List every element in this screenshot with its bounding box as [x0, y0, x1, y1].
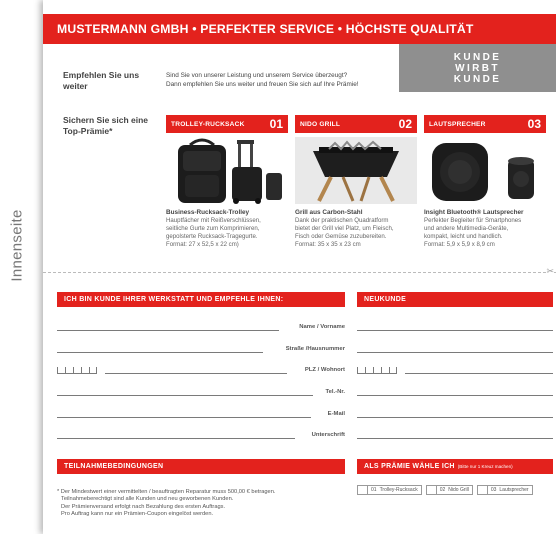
intro-text-line-2: Dann empfehlen Sie uns weiter und freuen…: [166, 81, 359, 88]
option-number: 02: [439, 487, 446, 493]
prize-number: 03: [527, 117, 541, 131]
flyer-page: MUSTERMANN GMBH • PERFEKTER SERVICE • HÖ…: [43, 0, 556, 534]
prize-card-grill: NIDO GRILL 02 Grill aus Carbon-Stahl Dan…: [295, 115, 417, 249]
email-field-right[interactable]: [357, 417, 553, 418]
prize-desc-line: kompakt, leicht und handlich.: [424, 233, 503, 240]
prize-description: Dank der praktischen Quadratform bietet …: [295, 217, 417, 249]
prize-list: TROLLEY-RUCKSACK 01 Business-Rucksack-Tr…: [166, 115, 556, 265]
conditions-header: TEILNAHMEBEDINGUNGEN: [57, 459, 345, 474]
signature-label: Unterschrift: [311, 432, 345, 438]
plz-label: PLZ / Wohnort: [304, 367, 345, 373]
page-top-edge: [43, 0, 556, 6]
header-title: MUSTERMANN GMBH • PERFEKTER SERVICE • HÖ…: [57, 22, 474, 36]
conditions-title: TEILNAHMEBEDINGUNGEN: [64, 463, 164, 470]
prize-number: 01: [269, 117, 283, 131]
new-customer-section-title: NEUKUNDE: [364, 296, 407, 303]
street-field-right[interactable]: [357, 352, 553, 353]
plz-field-left[interactable]: [57, 373, 97, 374]
conditions-text: * Der Mindestwert einer vermittelten / b…: [57, 489, 347, 519]
option-trolley[interactable]: 01 Trolley-Rucksack: [357, 485, 422, 495]
signature-field-right[interactable]: [357, 438, 553, 439]
praemie-choice-hint: (Bitte nur 1 Kreuz machen): [457, 464, 513, 469]
condition-line: * Der Mindestwert einer vermittelten / b…: [57, 489, 276, 495]
praemie-options: 01 Trolley-Rucksack 02 Nido Grill 03 Lau…: [357, 485, 533, 495]
praemie-choice-title: ALS PRÄMIE WÄHLE ICH: [364, 463, 455, 470]
prize-card-lautsprecher: LAUTSPRECHER 03 Insight Bluetooth® Lauts…: [424, 115, 546, 249]
phone-field-right[interactable]: [357, 395, 553, 396]
praemie-choice-header: ALS PRÄMIE WÄHLE ICH (Bitte nur 1 Kreuz …: [357, 459, 553, 474]
option-number: 01: [371, 487, 377, 493]
prize-header: NIDO GRILL 02: [295, 115, 417, 133]
email-label: E-Mail: [327, 411, 345, 417]
prize-title: NIDO GRILL: [300, 120, 341, 128]
kunde-wirbt-kunde-badge: KUNDE WIRBT KUNDE: [399, 44, 556, 92]
intro-text: Sind Sie von unserer Leistung und unsere…: [166, 71, 398, 89]
option-label: Lautsprecher: [499, 487, 529, 493]
option-checkbox[interactable]: [358, 486, 368, 494]
prize-description: Perfekter Begleiter für Smartphones und …: [424, 217, 546, 249]
condition-line: Pro Auftrag kann nur ein Prämien-Coupon …: [61, 511, 214, 518]
condition-line: Teilnahmeberechtigt sind alle Kunden und…: [61, 496, 234, 503]
prize-desc-line: Format: 35 x 35 x 23 cm: [295, 241, 361, 248]
phone-label: Tel.-Nr.: [325, 389, 345, 395]
praemie-heading: Sichern Sie sich eine Top-Prämie*: [63, 115, 149, 136]
prize-title: TROLLEY-RUCKSACK: [171, 120, 245, 128]
prize-number: 02: [398, 117, 412, 131]
side-label: Innenseite: [2, 175, 32, 315]
condition-line: Der Prämienversand erfolgt nach Bezahlun…: [61, 503, 226, 510]
option-checkbox[interactable]: [427, 486, 437, 494]
prize-desc-line: Format: 27 x 52,5 x 22 cm): [166, 241, 239, 248]
option-number: 03: [490, 487, 497, 493]
prize-desc-line: seitliche Gurte zum Komprimieren,: [166, 225, 260, 232]
badge-line-2: WIRBT: [455, 62, 500, 74]
street-field-left[interactable]: [57, 352, 263, 353]
prize-desc-line: Fisch oder Gemüse zuzubereiten.: [295, 233, 387, 240]
grill-image: [295, 137, 417, 204]
prize-desc-line: Perfekter Begleiter für Smartphones: [424, 217, 522, 224]
option-grill[interactable]: 02 Nido Grill: [425, 485, 473, 495]
city-field-left[interactable]: [105, 373, 287, 374]
badge-line-3: KUNDE: [453, 73, 502, 85]
prize-desc-line: Hauptfächer mit Reißverschlüssen,: [166, 217, 261, 224]
option-checkbox[interactable]: [478, 486, 488, 494]
scissors-icon: ✂: [546, 266, 554, 277]
prize-desc-line: gepolsterte Rucksack-Tragegurte.: [166, 233, 258, 240]
intro-text-line-1: Sind Sie von unserer Leistung und unsere…: [166, 72, 348, 79]
phone-field-left[interactable]: [57, 395, 313, 396]
badge-line-1: KUNDE: [453, 51, 502, 63]
intro-heading: Empfehlen Sie uns weiter: [63, 70, 140, 91]
speaker-image: [424, 137, 546, 204]
prize-description: Hauptfächer mit Reißverschlüssen, seitli…: [166, 217, 288, 249]
option-label: Nido Grill: [448, 487, 469, 493]
prize-header: TROLLEY-RUCKSACK 01: [166, 115, 288, 133]
street-label: Straße /Hausnummer: [285, 346, 345, 352]
new-customer-section-header: NEUKUNDE: [357, 292, 553, 307]
name-field-left[interactable]: [57, 330, 279, 331]
option-label: Trolley-Rucksack: [379, 487, 418, 493]
prize-title: LAUTSPRECHER: [429, 120, 486, 128]
prize-card-trolley: TROLLEY-RUCKSACK 01 Business-Rucksack-Tr…: [166, 115, 288, 249]
signature-field-left[interactable]: [57, 438, 295, 439]
header-bar: MUSTERMANN GMBH • PERFEKTER SERVICE • HÖ…: [43, 14, 556, 44]
trolley-backpack-image: [166, 137, 288, 204]
prize-desc-line: bietet der Grill viel Platz, um Fleisch,: [295, 225, 394, 232]
email-field-left[interactable]: [57, 417, 311, 418]
plz-field-right[interactable]: [357, 373, 397, 374]
prize-name: Business-Rucksack-Trolley: [166, 209, 250, 216]
side-label-text: Innenseite: [8, 208, 26, 282]
customer-section-title: ICH BIN KUNDE IHRER WERKSTATT UND EMPFEH…: [64, 296, 284, 303]
cut-line: [43, 272, 556, 273]
name-field-right[interactable]: [357, 330, 553, 331]
prize-name: Grill aus Carbon-Stahl: [295, 209, 363, 216]
prize-desc-line: Format: 5,9 x 5,9 x 8,9 cm: [424, 241, 495, 248]
option-lautsprecher[interactable]: 03 Lautsprecher: [476, 485, 533, 495]
prize-name: Insight Bluetooth® Lautsprecher: [424, 209, 524, 216]
name-label: Name / Vorname: [299, 324, 345, 330]
prize-desc-line: Dank der praktischen Quadratform: [295, 217, 389, 224]
customer-section-header: ICH BIN KUNDE IHRER WERKSTATT UND EMPFEH…: [57, 292, 345, 307]
prize-header: LAUTSPRECHER 03: [424, 115, 546, 133]
city-field-right[interactable]: [405, 373, 553, 374]
prize-desc-line: und andere Multimedia-Geräte,: [424, 225, 509, 232]
